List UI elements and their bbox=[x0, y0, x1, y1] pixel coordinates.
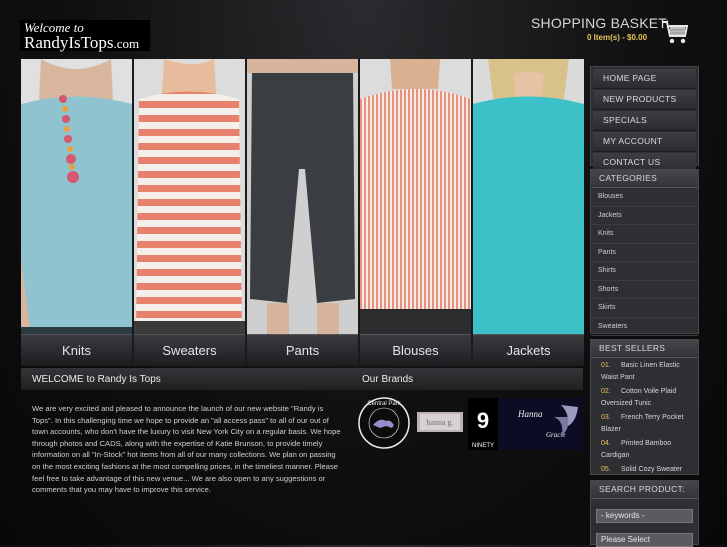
category-shirts[interactable]: Shirts bbox=[591, 262, 698, 281]
best-seller-item[interactable]: 01. Basic Linen Elastic Waist Pant bbox=[591, 358, 698, 384]
site-logo[interactable]: Welcome to RandyIsTops.com bbox=[20, 20, 150, 51]
hero-label-knits[interactable]: Knits bbox=[21, 334, 132, 366]
ninety-text: NINETY bbox=[472, 443, 494, 449]
logo-site-name: RandyIsTops.com bbox=[24, 34, 146, 52]
shopping-cart-icon[interactable] bbox=[660, 17, 690, 47]
category-pants[interactable]: Pants bbox=[591, 244, 698, 262]
category-skirts[interactable]: Skirts bbox=[591, 299, 698, 318]
best-sellers-box: BEST SELLERS 01. Basic Linen Elastic Wais… bbox=[590, 339, 699, 475]
categories-title: CATEGORIES bbox=[591, 170, 698, 188]
search-box: SEARCH PRODUCT: - keywords - Please Sele… bbox=[590, 480, 699, 547]
brand-hanna-gracie-logo[interactable]: Hanna Gracie bbox=[499, 398, 583, 450]
nav-specials[interactable]: SPECIALS bbox=[593, 111, 696, 131]
hanna-g-text: hanna g. bbox=[426, 418, 453, 427]
logo-welcome-text: Welcome to bbox=[24, 20, 84, 35]
brands-title: Our Brands bbox=[362, 374, 414, 385]
best-seller-item[interactable]: 04. Printed Bamboo Cardigan bbox=[591, 436, 698, 462]
logo-name: RandyIsTops bbox=[24, 33, 114, 52]
best-seller-item[interactable]: 03. French Terry Pocket Blazer bbox=[591, 410, 698, 436]
best-seller-item[interactable]: 02. Cotton Voile Plaid Oversized Tunic bbox=[591, 384, 698, 410]
best-seller-item[interactable]: 05. Solid Cozy Sweater bbox=[591, 462, 698, 476]
category-knits[interactable]: Knits bbox=[591, 225, 698, 244]
hero-panel-knits[interactable]: Knits bbox=[21, 59, 132, 366]
shopping-basket-title[interactable]: SHOPPING BASKET: bbox=[531, 15, 670, 31]
best-seller-number: 01. bbox=[601, 362, 611, 369]
best-sellers-title: BEST SELLERS bbox=[591, 340, 698, 358]
brand-central-park-logo[interactable]: Central Park bbox=[358, 397, 410, 449]
category-sweaters[interactable]: Sweaters bbox=[591, 318, 698, 336]
hero-label-blouses[interactable]: Blouses bbox=[360, 334, 471, 366]
welcome-text: We are very excited and pleased to annou… bbox=[32, 404, 341, 495]
search-title: SEARCH PRODUCT: bbox=[591, 481, 698, 499]
brand-hanna-g-logo[interactable]: hanna g. bbox=[417, 412, 463, 432]
jackets-model-image bbox=[473, 59, 584, 335]
hero-label-sweaters[interactable]: Sweaters bbox=[134, 334, 245, 366]
search-keywords-input[interactable]: - keywords - bbox=[596, 509, 693, 523]
basket-summary[interactable]: 0 Item(s) - $0.00 bbox=[587, 33, 647, 42]
svg-text:9: 9 bbox=[477, 408, 489, 433]
nav-home-page[interactable]: HOME PAGE bbox=[593, 69, 696, 89]
category-jackets[interactable]: Jackets bbox=[591, 207, 698, 225]
brand-logos: Central Park hanna g. 9 NINETY Hanna Gra… bbox=[356, 395, 583, 455]
best-seller-number: 05. bbox=[601, 466, 611, 473]
knits-model-image bbox=[21, 59, 132, 335]
main-nav: HOME PAGE NEW PRODUCTS SPECIALS MY ACCOU… bbox=[590, 66, 699, 173]
hero-panel-sweaters[interactable]: Sweaters bbox=[134, 59, 245, 366]
best-seller-name[interactable]: Solid Cozy Sweater bbox=[621, 466, 682, 473]
nav-new-products[interactable]: NEW PRODUCTS bbox=[593, 90, 696, 110]
hero-banner: Knits Sweaters Pants Blouses Jackets bbox=[21, 59, 584, 366]
hero-panel-blouses[interactable]: Blouses bbox=[360, 59, 471, 366]
hero-panel-pants[interactable]: Pants bbox=[247, 59, 358, 366]
pants-model-image bbox=[247, 59, 358, 335]
sweaters-model-image bbox=[134, 59, 245, 335]
best-seller-number: 03. bbox=[601, 414, 611, 421]
best-seller-number: 04. bbox=[601, 440, 611, 447]
brand-ninety-logo[interactable]: 9 NINETY bbox=[468, 398, 498, 450]
category-shorts[interactable]: Shorts bbox=[591, 281, 698, 299]
category-blouses[interactable]: Blouses bbox=[591, 188, 698, 207]
hero-panel-jackets[interactable]: Jackets bbox=[473, 59, 584, 366]
best-seller-number: 02. bbox=[601, 388, 611, 395]
hero-label-jackets[interactable]: Jackets bbox=[473, 334, 584, 366]
gracie-text: Gracie bbox=[546, 431, 565, 439]
hero-label-pants[interactable]: Pants bbox=[247, 334, 358, 366]
nav-my-account[interactable]: MY ACCOUNT bbox=[593, 132, 696, 152]
categories-box: CATEGORIES Blouses Jackets Knits Pants S… bbox=[590, 169, 699, 336]
logo-tld: .com bbox=[113, 36, 140, 51]
welcome-title: WELCOME to Randy Is Tops bbox=[32, 374, 161, 385]
blouses-model-image bbox=[360, 59, 471, 335]
brand-logos-strip: Central Park hanna g. 9 NINETY Hanna Gra… bbox=[358, 397, 583, 450]
central-park-text: Central Park bbox=[367, 401, 401, 407]
svg-text:Hanna: Hanna bbox=[517, 409, 543, 419]
